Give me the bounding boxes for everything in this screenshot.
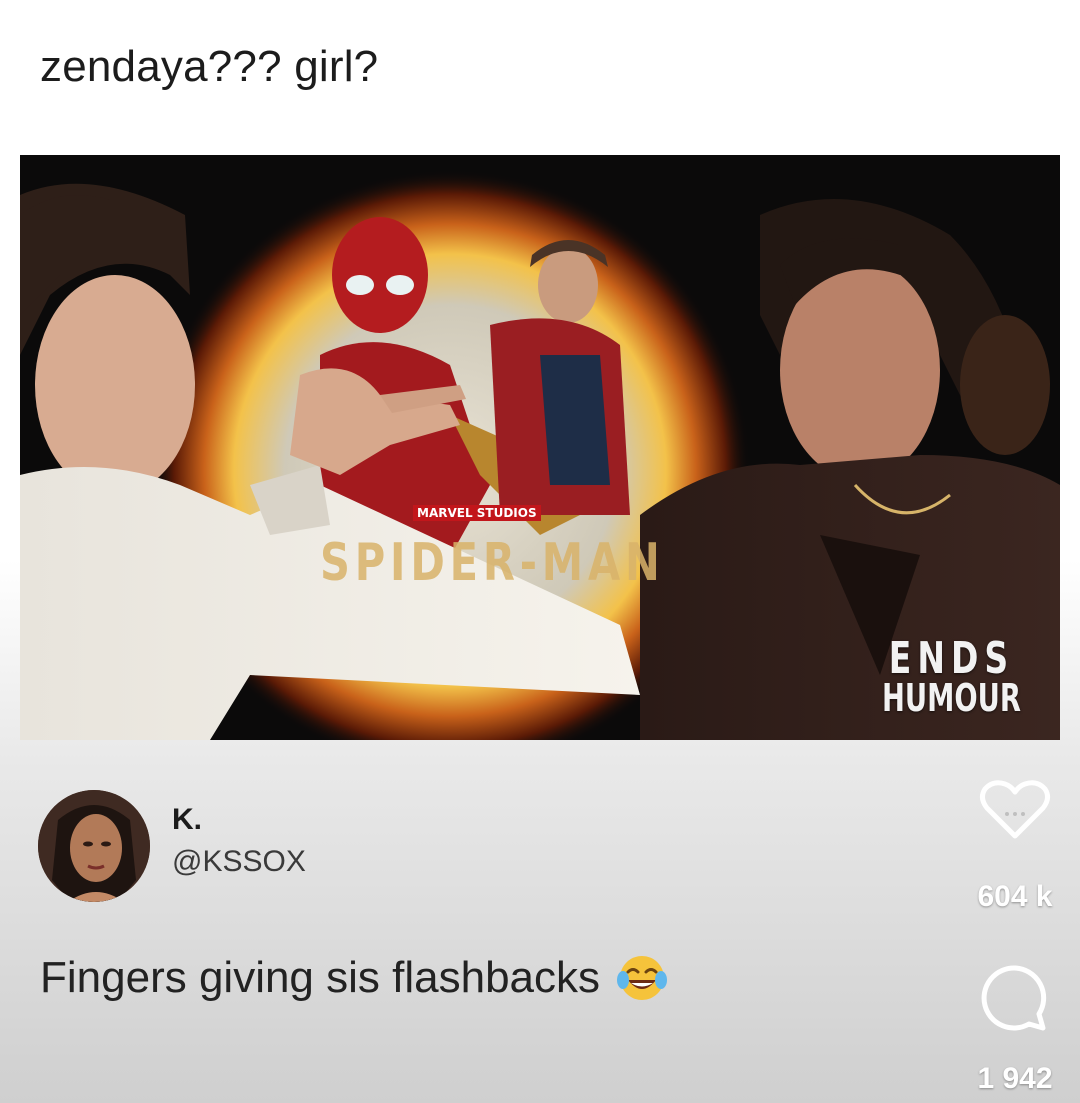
poster-title: SPIDER-MAN — [320, 533, 665, 593]
tweet-author: K. @KSSOX — [38, 790, 306, 902]
watermark-line2: HUMOUR — [882, 675, 1021, 720]
like-action[interactable]: 604 k — [950, 778, 1080, 914]
poster-studio-label: MARVEL STUDIOS — [413, 505, 541, 521]
avatar[interactable] — [38, 790, 150, 902]
video-player[interactable]: MARVEL STUDIOS SPIDER-MAN ENDS HUMOUR — [20, 155, 1060, 740]
author-names: K. @KSSOX — [172, 803, 306, 879]
comment-bubble-icon[interactable] — [977, 962, 1053, 1034]
watermark-logo: ENDS HUMOUR — [855, 633, 1048, 720]
user-handle[interactable]: @KSSOX — [172, 845, 306, 879]
post-caption: zendaya??? girl? — [40, 42, 379, 91]
face-with-tears-of-joy-icon — [617, 956, 668, 1000]
tweet-body: Fingers giving sis flashbacks — [40, 953, 601, 1002]
watermark-line1: ENDS — [888, 633, 1015, 685]
heart-icon[interactable] — [977, 778, 1053, 842]
comment-action[interactable]: 1 942 — [950, 962, 1080, 1096]
display-name[interactable]: K. — [172, 803, 306, 837]
avatar-image — [38, 790, 150, 902]
tweet-text: Fingers giving sis flashbacks — [40, 952, 668, 1004]
like-count: 604 k — [977, 880, 1053, 913]
comment-count: 1 942 — [977, 1062, 1053, 1095]
